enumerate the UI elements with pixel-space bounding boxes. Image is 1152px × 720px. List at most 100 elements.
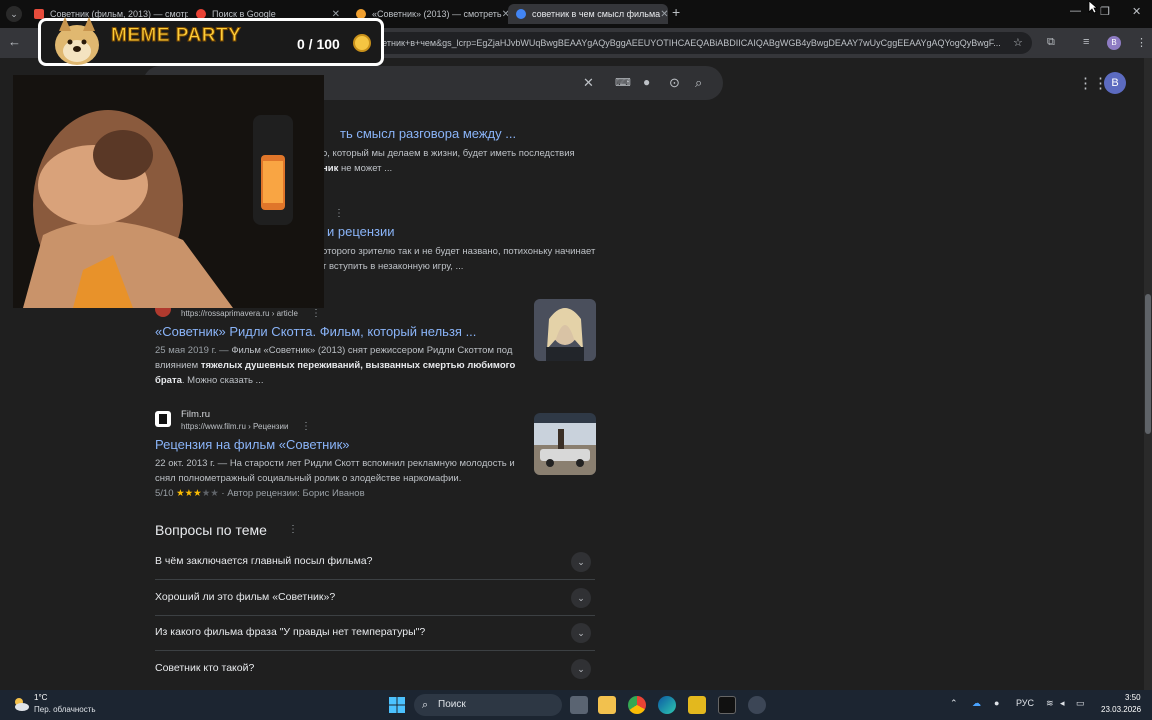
rating-value: 5/10 <box>155 488 174 499</box>
settings-gear-icon[interactable] <box>748 696 766 714</box>
address-bar[interactable]: ...ветник+в+чем&gs_lcrp=EgZjaHJvbWUqBwgB… <box>360 32 1032 54</box>
snippet-line: 22 окт. 2013 г. — На старости лет Ридли … <box>155 458 515 469</box>
review-author: · Автор рецензии: Борис Иванов <box>218 488 365 499</box>
taskbar-search-label: Поиск <box>438 699 466 710</box>
language-indicator[interactable]: РУС <box>1016 698 1034 708</box>
google-favicon-icon <box>516 9 526 19</box>
tab-search-button[interactable]: ⌄ <box>6 6 22 22</box>
thumbnail-image <box>534 299 596 361</box>
meme-party-widget: MEME PARTY 0 / 100 <box>38 17 384 66</box>
account-avatar[interactable]: B <box>1104 72 1126 94</box>
restore-icon[interactable]: ❐ <box>1100 5 1110 18</box>
tab-active[interactable]: советник в чем смысл фильма ✕ <box>508 4 668 24</box>
screen: ⌄ Советник (фильм, 2013) — смотреть онла… <box>0 0 1152 720</box>
chevron-down-icon[interactable]: ⌄ <box>571 552 591 572</box>
chevron-down-icon[interactable]: ⌄ <box>571 659 591 679</box>
result-thumbnail[interactable] <box>534 413 596 475</box>
webcam-overlay <box>13 75 324 308</box>
onedrive-icon[interactable]: ☁ <box>972 698 981 709</box>
menu-icon[interactable]: ⋮ <box>1136 36 1147 49</box>
close-tab-icon[interactable]: ✕ <box>660 9 668 20</box>
more-options-icon[interactable]: ⋮ <box>288 524 298 535</box>
taskbar-search[interactable]: ⌕ Поиск <box>414 694 562 716</box>
file-explorer-icon[interactable] <box>598 696 616 714</box>
doge-icon <box>55 17 99 65</box>
task-view-icon[interactable] <box>570 696 588 714</box>
result-url: https://rossaprimavera.ru › article <box>181 309 298 318</box>
result-title[interactable]: Рецензия на фильм «Советник» <box>155 437 350 452</box>
tab-title: «Советник» (2013) — смотреть <box>372 9 502 19</box>
question-text: Советник кто такой? <box>155 662 255 674</box>
lens-icon[interactable]: ⊙ <box>669 75 680 91</box>
webcam-feed-image <box>13 75 324 308</box>
chevron-down-icon[interactable]: ⌄ <box>571 623 591 643</box>
bookmark-star-icon[interactable]: ☆ <box>1013 36 1023 49</box>
more-options-icon[interactable]: ⋮ <box>311 308 321 319</box>
security-app-icon[interactable] <box>688 696 706 714</box>
site-name: Film.ru <box>181 409 211 420</box>
battery-icon[interactable]: ▭ <box>1076 698 1085 709</box>
result-thumbnail[interactable] <box>534 299 596 361</box>
meme-party-title: MEME PARTY <box>110 25 242 47</box>
snippet-line: о, который мы делаем в жизни, будет имет… <box>322 148 575 159</box>
microphone-icon[interactable]: ● <box>643 75 650 89</box>
related-questions-title: Вопросы по теме <box>155 522 267 538</box>
edge-icon[interactable] <box>658 696 676 714</box>
clock-time[interactable]: 3:50 <box>1125 693 1141 702</box>
result-url: https://www.film.ru › Рецензии <box>181 422 289 431</box>
new-tab-icon[interactable]: + <box>672 4 680 20</box>
taskbar: 1°C Пер. облачность ⌕ Поиск ⌃ ☁ ● РУС ≋ … <box>0 690 1152 720</box>
weather-description: Пер. облачность <box>34 705 96 714</box>
close-window-icon[interactable]: ✕ <box>1132 5 1141 18</box>
tradingview-icon[interactable] <box>718 696 736 714</box>
question-row[interactable]: Советник кто такой? ⌄ <box>155 653 595 687</box>
clear-icon[interactable]: ✕ <box>583 75 594 91</box>
snippet-line: . Можно сказать ... <box>181 375 264 386</box>
scrollbar-thumb[interactable] <box>1145 294 1151 434</box>
weather-temperature: 1°C <box>34 693 48 702</box>
more-options-icon[interactable]: ⋮ <box>334 208 344 219</box>
filmru-logo-icon <box>159 414 167 424</box>
question-row[interactable]: Хороший ли это фильм «Советник»? ⌄ <box>155 582 595 616</box>
question-text: В чём заключается главный посыл фильма? <box>155 555 373 567</box>
result-snippet: 22 окт. 2013 г. — На старости лет Ридли … <box>155 456 525 501</box>
weather-cloud-icon[interactable] <box>12 695 30 713</box>
snippet-line: снял полнометражный социальный ролик о з… <box>155 473 462 484</box>
result-title[interactable]: ть смысл разговора между ... <box>340 126 516 141</box>
volume-icon[interactable]: ◂ <box>1060 698 1065 709</box>
wifi-icon[interactable]: ≋ <box>1046 698 1054 709</box>
snippet-bold: ник <box>322 163 339 174</box>
extensions-icon[interactable]: ⧉ <box>1047 36 1055 49</box>
result-title[interactable]: «Советник» Ридли Скотта. Фильм, который … <box>155 324 476 339</box>
minimize-icon[interactable]: — <box>1070 5 1081 17</box>
result-snippet: о, который мы делаем в жизни, будет имет… <box>322 146 602 176</box>
chrome-icon[interactable] <box>628 696 646 714</box>
result-date: 25 мая 2019 г. — <box>155 345 232 356</box>
coin-icon <box>353 34 371 52</box>
snippet-line: Фильм «Советник» (2013) снят режиссером … <box>231 345 513 356</box>
filmru-favicon-icon <box>155 411 171 427</box>
chevron-down-icon[interactable]: ⌄ <box>571 588 591 608</box>
question-row[interactable]: В чём заключается главный посыл фильма? … <box>155 546 595 580</box>
page-scrollbar[interactable] <box>1144 58 1152 690</box>
question-row[interactable]: Из какого фильма фраза "У правды нет тем… <box>155 617 595 651</box>
tab-title: советник в чем смысл фильма <box>532 9 661 19</box>
rating-stars: ★★★ <box>176 488 202 499</box>
result-snippet: оторого зрителю так и не будет названо, … <box>322 244 602 274</box>
snippet-line: оторого зрителю так и не будет названо, … <box>322 246 596 257</box>
more-options-icon[interactable]: ⋮ <box>301 421 311 432</box>
search-icon: ⌕ <box>422 699 429 711</box>
browser-profile-avatar[interactable]: B <box>1107 36 1121 50</box>
rating-stars-empty: ★★ <box>201 488 219 499</box>
clock-date[interactable]: 23.03.2026 <box>1101 705 1141 714</box>
tray-overflow-icon[interactable]: ⌃ <box>950 698 958 709</box>
keyboard-icon[interactable]: ⌨ <box>615 76 631 89</box>
search-icon[interactable]: ⌕ <box>695 75 702 91</box>
media-controls-icon[interactable]: ≡ <box>1083 36 1089 48</box>
back-arrow-icon[interactable]: ← <box>8 34 21 49</box>
result-snippet: 25 мая 2019 г. — Фильм «Советник» (2013)… <box>155 343 520 388</box>
result-title[interactable]: и рецензии <box>327 224 395 239</box>
mouse-cursor-icon <box>1088 0 1098 14</box>
microphone-icon[interactable]: ● <box>994 698 999 708</box>
windows-start-icon[interactable] <box>388 696 406 714</box>
